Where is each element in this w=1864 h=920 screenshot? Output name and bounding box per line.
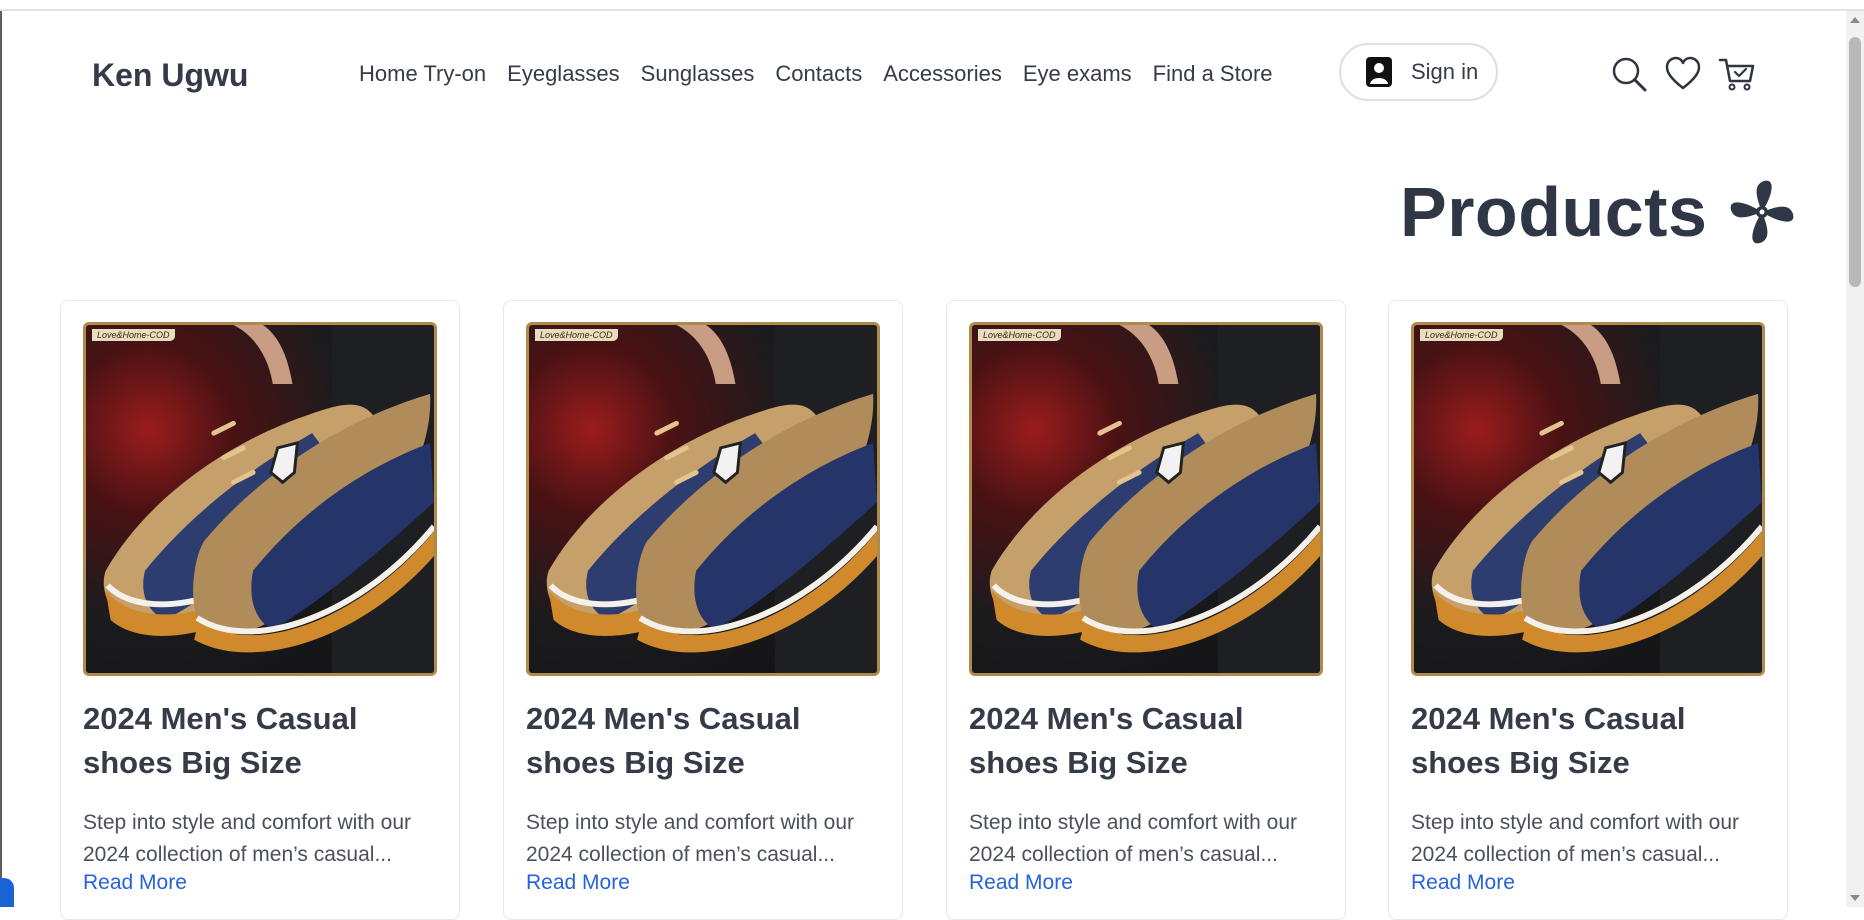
browser-top-border [0,0,1864,11]
main-nav: Home Try-on Eyeglasses Sunglasses Contac… [359,61,1294,87]
header-icon-group [1610,55,1772,93]
nav-eye-exams[interactable]: Eye exams [1023,61,1132,87]
product-card[interactable]: Love&Home-COD 2024 Men's Casual shoes Bi… [1388,300,1788,920]
site-header: Ken Ugwu Home Try-on Eyeglasses Sunglass… [0,11,1846,135]
product-title[interactable]: 2024 Men's Casual shoes Big Size [969,697,1329,785]
shoe-illustration [103,325,434,673]
cart-icon[interactable] [1718,55,1756,93]
page-title: Products [1400,173,1708,251]
user-avatar-icon [1366,57,1392,87]
sign-in-button[interactable]: Sign in [1339,43,1498,101]
nav-find-a-store[interactable]: Find a Store [1153,61,1273,87]
product-description: Step into style and comfort with our 202… [1411,811,1739,866]
read-more-link[interactable]: Read More [1411,871,1515,895]
nav-accessories[interactable]: Accessories [883,61,1002,87]
sign-in-label: Sign in [1411,59,1479,84]
product-title[interactable]: 2024 Men's Casual shoes Big Size [526,697,886,785]
nav-eyeglasses[interactable]: Eyeglasses [507,61,620,87]
image-watermark-tag: Love&Home-COD [92,329,175,341]
window-corner-accent [0,878,14,907]
nav-home-try-on[interactable]: Home Try-on [359,61,486,87]
product-card[interactable]: Love&Home-COD 2024 Men's Casual shoes Bi… [946,300,1346,920]
image-watermark-tag: Love&Home-COD [535,329,618,341]
product-card[interactable]: Love&Home-COD 2024 Men's Casual shoes Bi… [503,300,903,920]
image-watermark-tag: Love&Home-COD [978,329,1061,341]
read-more-link[interactable]: Read More [969,871,1073,895]
product-title[interactable]: 2024 Men's Casual shoes Big Size [1411,697,1771,785]
product-title[interactable]: 2024 Men's Casual shoes Big Size [83,697,443,785]
scroll-up-arrow[interactable] [1850,17,1860,23]
vertical-scrollbar[interactable] [1846,11,1864,907]
product-description: Step into style and comfort with our 202… [83,811,411,866]
scroll-down-arrow[interactable] [1850,895,1860,901]
read-more-link[interactable]: Read More [526,871,630,895]
fan-icon [1731,180,1794,244]
search-icon[interactable] [1610,55,1648,93]
shoe-illustration [989,325,1320,673]
shoe-illustration [1431,325,1762,673]
window-left-edge [0,11,2,907]
heart-icon[interactable] [1664,55,1702,93]
scrollbar-thumb[interactable] [1849,37,1861,287]
shoe-illustration [546,325,877,673]
image-watermark-tag: Love&Home-COD [1420,329,1503,341]
product-image[interactable]: Love&Home-COD [526,322,880,676]
product-description: Step into style and comfort with our 202… [969,811,1297,866]
nav-contacts[interactable]: Contacts [775,61,862,87]
product-description: Step into style and comfort with our 202… [526,811,854,866]
read-more-link[interactable]: Read More [83,871,187,895]
brand-logo-text[interactable]: Ken Ugwu [92,57,248,94]
page-heading: Products [1400,172,1797,252]
product-card[interactable]: Love&Home-COD 2024 Men's Casual shoes Bi… [60,300,460,920]
nav-sunglasses[interactable]: Sunglasses [641,61,755,87]
product-image[interactable]: Love&Home-COD [969,322,1323,676]
product-image[interactable]: Love&Home-COD [83,322,437,676]
product-image[interactable]: Love&Home-COD [1411,322,1765,676]
